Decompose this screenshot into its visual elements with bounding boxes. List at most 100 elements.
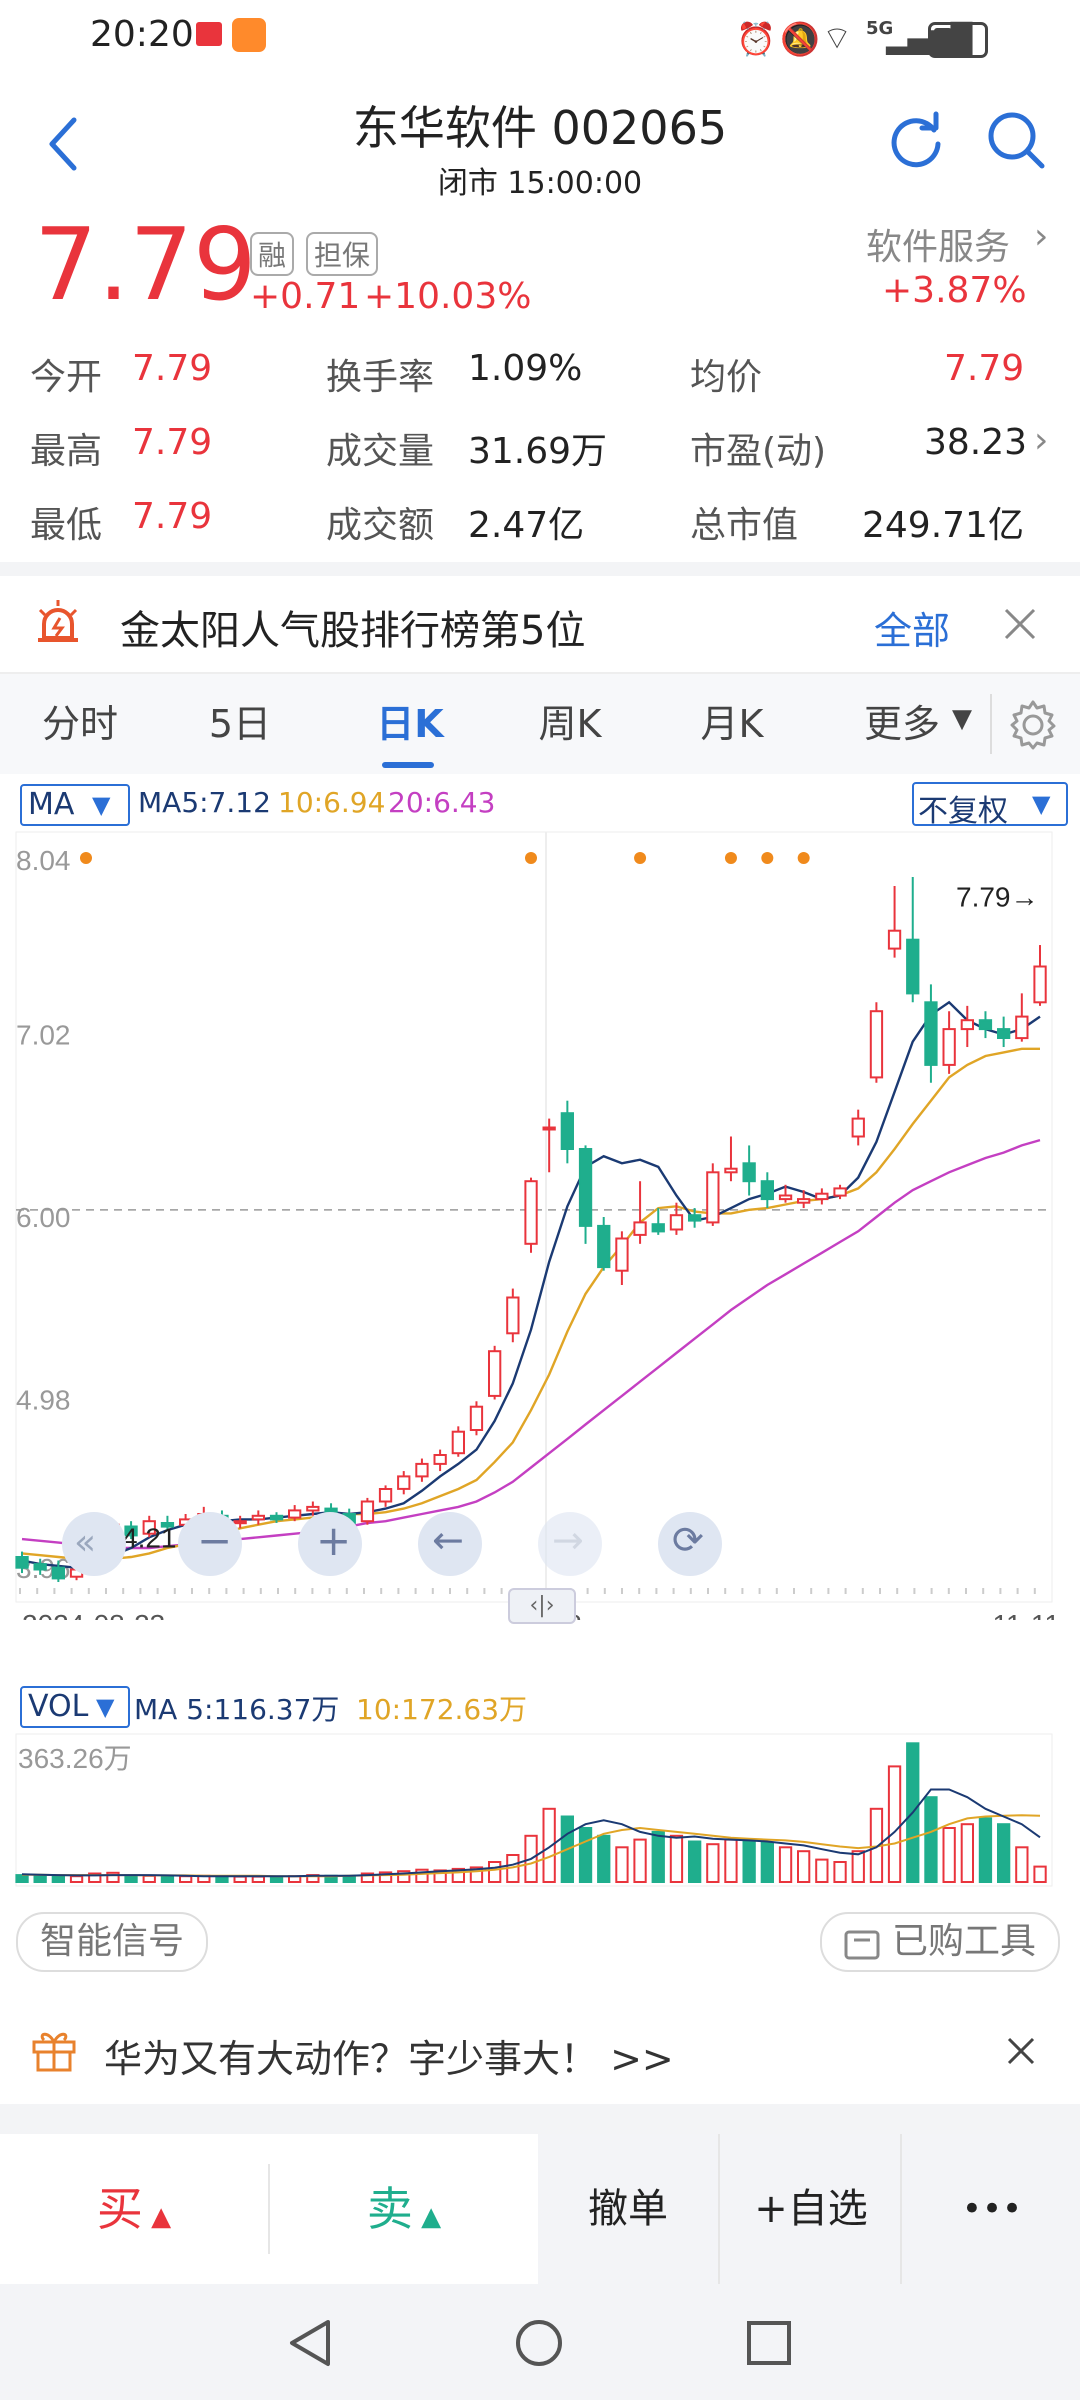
cancel-order-button[interactable]: 撤单 bbox=[538, 2134, 718, 2284]
volume-bar bbox=[706, 1843, 720, 1883]
volume-selector[interactable]: VOL ▼ bbox=[20, 1686, 130, 1728]
candle-body bbox=[433, 1454, 447, 1465]
volume-bar bbox=[851, 1850, 865, 1883]
tab-5day[interactable]: 5日 bbox=[180, 674, 300, 774]
volume-chart[interactable]: 363.26万 bbox=[0, 1730, 1080, 1890]
chevron-right-icon[interactable]: › bbox=[1034, 216, 1048, 257]
candle-body bbox=[288, 1509, 302, 1519]
candle-body bbox=[706, 1171, 720, 1224]
wifi-icon: ⌔ bbox=[822, 19, 853, 57]
zoom-out-button[interactable]: − bbox=[178, 1512, 242, 1576]
event-dot bbox=[634, 852, 647, 864]
sector-change: +3.87% bbox=[882, 270, 1027, 311]
nav-home-icon[interactable] bbox=[514, 2318, 564, 2368]
plus-icon: + bbox=[316, 1516, 352, 1565]
add-watchlist-button[interactable]: +自选 bbox=[718, 2134, 902, 2284]
jump-start-button[interactable]: « bbox=[62, 1512, 126, 1576]
tab-weekly-k[interactable]: 周K bbox=[510, 674, 630, 774]
promo-text: 华为又有大动作？字少事大！ >> bbox=[104, 2037, 674, 2081]
scroll-left-button[interactable]: ← bbox=[418, 1512, 482, 1576]
tab-more[interactable]: 更多 bbox=[852, 674, 952, 774]
volume-bar bbox=[142, 1874, 156, 1884]
volume-bar bbox=[251, 1875, 265, 1884]
candle-body bbox=[778, 1194, 793, 1201]
volume-bar bbox=[797, 1850, 811, 1883]
candle-body bbox=[233, 1520, 247, 1525]
tab-intraday[interactable]: 分时 bbox=[20, 674, 140, 774]
volume-bar bbox=[15, 1874, 29, 1884]
candle-body bbox=[651, 1223, 665, 1233]
caret-down-icon: ▼ bbox=[96, 1693, 115, 1721]
range-slider-handle[interactable]: ‹|› bbox=[508, 1588, 576, 1624]
candle-body bbox=[360, 1500, 375, 1523]
tab-daily-k[interactable]: 日K bbox=[350, 674, 470, 774]
search-icon[interactable] bbox=[984, 108, 1048, 172]
stat-label: 总市值 bbox=[690, 505, 799, 546]
volume-bar bbox=[887, 1765, 902, 1883]
volume-bar bbox=[760, 1841, 775, 1883]
rotate-icon: ⟳ bbox=[672, 1518, 704, 1562]
y-tick-label: 6.00 bbox=[16, 1202, 71, 1233]
rotate-screen-button[interactable]: ⟳ bbox=[658, 1512, 722, 1576]
ma10-value: 10:6.94 bbox=[278, 786, 386, 819]
candle-body bbox=[597, 1224, 611, 1269]
stat-label: 均价 bbox=[690, 357, 763, 398]
volume-bar bbox=[978, 1817, 993, 1883]
candle-body bbox=[306, 1505, 320, 1512]
promo-banner[interactable]: 华为又有大动作？字少事大！ >> bbox=[0, 1996, 1080, 2104]
candle-body bbox=[742, 1162, 756, 1183]
candle-body bbox=[560, 1112, 575, 1151]
volume-bar bbox=[688, 1840, 702, 1883]
volume-bar bbox=[742, 1839, 756, 1883]
ma-selector[interactable]: MA ▼ bbox=[20, 784, 130, 826]
sell-button[interactable]: 卖 ▲ bbox=[270, 2134, 538, 2284]
buy-button[interactable]: 买 ▲ bbox=[0, 2134, 268, 2284]
settings-gear-icon[interactable] bbox=[1006, 698, 1060, 752]
system-nav-bar bbox=[0, 2284, 1080, 2400]
stat-value: 1.09% bbox=[468, 348, 583, 389]
caret-down-icon[interactable]: ▼ bbox=[952, 704, 972, 734]
nav-recents-icon[interactable] bbox=[744, 2318, 794, 2368]
volume-bar bbox=[960, 1823, 975, 1883]
notice-all-link[interactable]: 全部 bbox=[874, 600, 950, 655]
candle-body bbox=[851, 1117, 865, 1138]
collateral-tag: 担保 bbox=[306, 232, 379, 276]
event-dot bbox=[797, 852, 810, 864]
vol-ma5-value: MA 5:116.37万 bbox=[134, 1693, 340, 1726]
candle-body bbox=[415, 1462, 429, 1478]
volume-bar bbox=[179, 1875, 193, 1883]
gift-icon bbox=[32, 2032, 76, 2072]
zoom-in-button[interactable]: + bbox=[298, 1512, 362, 1576]
candle-body bbox=[978, 1019, 993, 1031]
volume-bar bbox=[669, 1834, 684, 1884]
sector-name[interactable]: 软件服务 bbox=[866, 218, 1010, 270]
volume-bar bbox=[51, 1875, 66, 1884]
candle-body bbox=[1015, 1015, 1029, 1040]
close-icon[interactable] bbox=[1006, 2036, 1036, 2066]
refresh-icon[interactable] bbox=[886, 110, 946, 170]
smart-signal-button[interactable]: 智能信号 bbox=[16, 1912, 209, 1972]
stat-value: 7.79 bbox=[132, 348, 213, 389]
adjust-selector[interactable]: 不复权 ▼ bbox=[912, 782, 1068, 829]
nav-back-icon[interactable] bbox=[286, 2318, 336, 2368]
event-dot bbox=[525, 852, 537, 864]
minus-icon: − bbox=[197, 1516, 233, 1565]
candlestick-chart[interactable]: 8.047.026.004.983.967.79→←4.212024-08-23… bbox=[0, 830, 1080, 1620]
candle-body bbox=[924, 1001, 938, 1066]
adjust-label: 不复权 bbox=[918, 794, 1008, 829]
stat-label: 最高 bbox=[30, 431, 103, 472]
more-button[interactable]: ••• bbox=[900, 2134, 1080, 2284]
purchased-tools-button[interactable]: 已购工具 bbox=[820, 1912, 1061, 1972]
notice-bar[interactable]: 金太阳人气股排行榜第5位 全部 bbox=[0, 576, 1080, 672]
tab-monthly-k[interactable]: 月K bbox=[672, 674, 792, 774]
volume-bar bbox=[633, 1838, 647, 1883]
volume-max-label: 363.26万 bbox=[18, 1743, 132, 1774]
scroll-right-button[interactable]: → bbox=[538, 1512, 602, 1576]
volume-bar bbox=[69, 1875, 84, 1883]
stat-label: 成交额 bbox=[326, 505, 435, 546]
candle-body bbox=[251, 1514, 265, 1521]
alarm-icon: ⏰ bbox=[736, 20, 776, 58]
close-icon[interactable] bbox=[1002, 606, 1038, 642]
chevron-right-icon[interactable]: › bbox=[1034, 420, 1048, 461]
candle-body bbox=[688, 1214, 702, 1222]
